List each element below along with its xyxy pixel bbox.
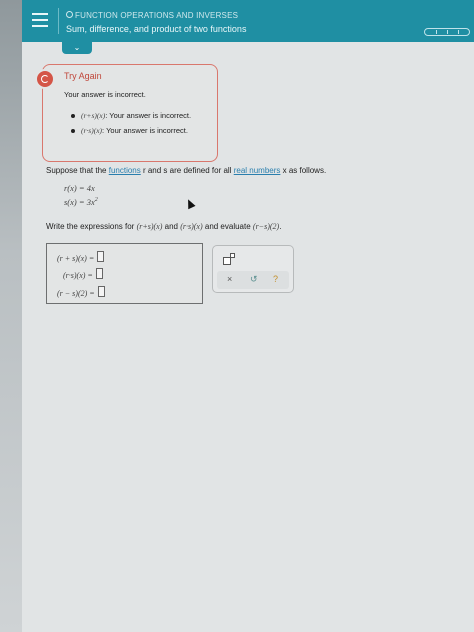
answer-row-sum: (r + s)(x) = bbox=[57, 251, 105, 263]
action-row: × ↺ ? bbox=[217, 271, 289, 289]
main-content: ⌄ Try Again Your answer is incorrect. (r… bbox=[22, 42, 474, 632]
instruction-text: Write the expressions for (r+s)(x) and (… bbox=[46, 222, 282, 231]
answer-row-product: (r·s)(x) = bbox=[63, 268, 103, 280]
undo-icon[interactable]: ↺ bbox=[250, 274, 258, 285]
header-divider bbox=[58, 8, 59, 34]
feedback-list: (r+s)(x): Your answer is incorrect. (r·s… bbox=[71, 111, 191, 141]
menu-icon[interactable] bbox=[32, 13, 48, 27]
help-icon[interactable]: ? bbox=[273, 274, 278, 284]
function-definitions: r(x) = 4x s(x) = 3x2 bbox=[64, 182, 98, 208]
lesson-subtitle: Sum, difference, and product of two func… bbox=[66, 24, 247, 34]
def-r: r(x) = 4x bbox=[64, 183, 95, 193]
exponent-icon[interactable] bbox=[222, 252, 236, 266]
topic-dot-icon bbox=[66, 11, 73, 18]
product-input[interactable] bbox=[95, 268, 103, 279]
list-item: (r·s)(x): Your answer is incorrect. bbox=[71, 126, 191, 135]
retry-icon bbox=[35, 69, 55, 89]
feedback-title: Try Again bbox=[64, 71, 102, 81]
list-item: (r+s)(x): Your answer is incorrect. bbox=[71, 111, 191, 120]
feedback-message: Your answer is incorrect. bbox=[64, 90, 146, 99]
mouse-cursor-icon bbox=[184, 197, 196, 210]
problem-statement: Suppose that the functions r and s are d… bbox=[46, 166, 327, 175]
def-s: s(x) = 3x2 bbox=[64, 196, 98, 207]
header-bar: FUNCTION OPERATIONS AND INVERSES Sum, di… bbox=[22, 0, 474, 42]
topic-title: FUNCTION OPERATIONS AND INVERSES bbox=[66, 11, 238, 20]
sum-input[interactable] bbox=[97, 251, 105, 262]
real-numbers-link[interactable]: real numbers bbox=[234, 166, 281, 175]
feedback-panel: Try Again Your answer is incorrect. (r+s… bbox=[35, 64, 218, 162]
difference-input[interactable] bbox=[97, 286, 105, 297]
functions-link[interactable]: functions bbox=[109, 166, 141, 175]
clear-icon[interactable]: × bbox=[227, 274, 232, 284]
answer-box: (r + s)(x) = (r·s)(x) = (r − s)(2) = bbox=[46, 243, 203, 304]
chevron-down-icon[interactable]: ⌄ bbox=[62, 42, 92, 54]
progress-indicator bbox=[424, 28, 470, 36]
left-edge bbox=[0, 0, 22, 632]
math-toolbar: × ↺ ? bbox=[212, 245, 294, 293]
answer-row-difference: (r − s)(2) = bbox=[57, 286, 105, 298]
